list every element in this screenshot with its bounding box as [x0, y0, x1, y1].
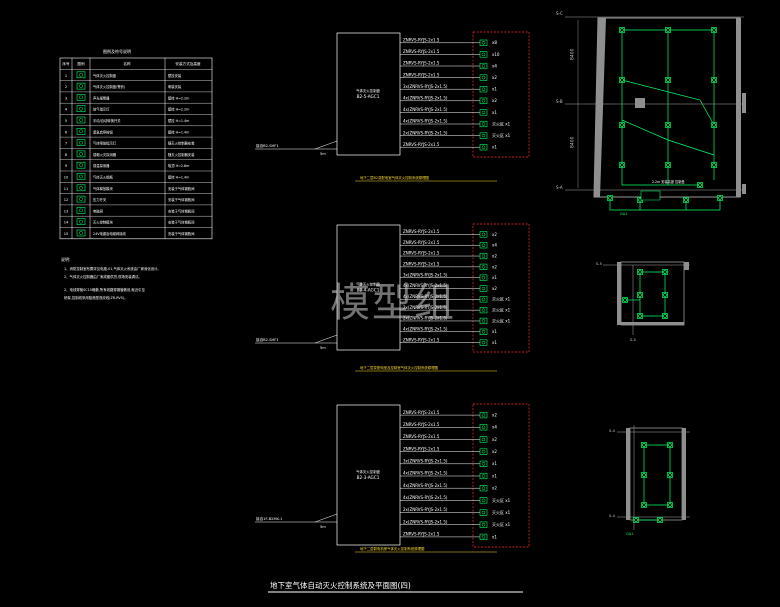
title-underline: [268, 591, 523, 593]
